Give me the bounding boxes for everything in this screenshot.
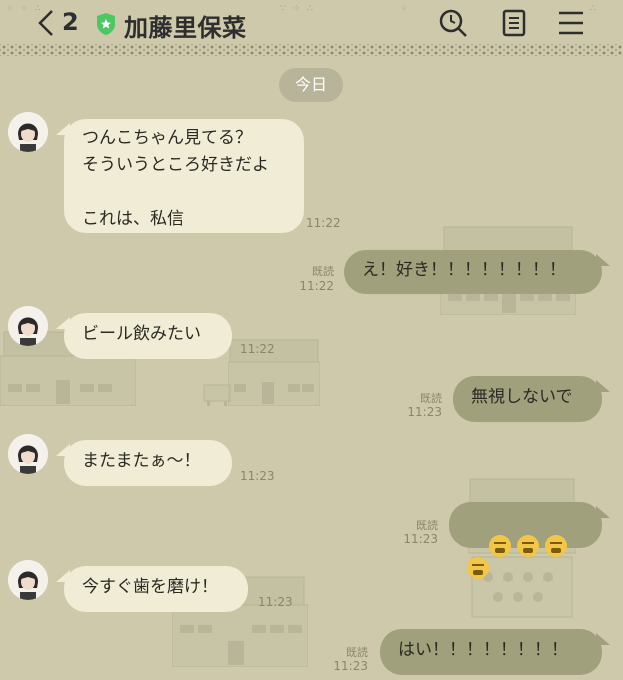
read-receipt: 既読	[420, 392, 442, 405]
message-time: 11:23	[258, 595, 293, 609]
message-bubble-outgoing[interactable]: 無視しないで	[453, 376, 610, 422]
avatar[interactable]	[8, 306, 48, 346]
message-bubble-incoming[interactable]: ビール飲みたい	[56, 313, 232, 359]
tired-face-emoji-icon	[488, 535, 511, 557]
message-time: 11:23	[403, 532, 438, 546]
message-time: 11:22	[299, 279, 334, 293]
signboard-background-icon	[203, 384, 231, 406]
avatar[interactable]	[8, 560, 48, 600]
profile-photo-icon	[8, 112, 48, 152]
notes-icon[interactable]	[499, 8, 529, 38]
message-bubble-incoming[interactable]: またまたぁ〜！	[56, 440, 232, 486]
avatar[interactable]	[8, 112, 48, 152]
message-time: 11:22	[240, 342, 275, 356]
profile-photo-icon	[8, 560, 48, 600]
chat-title: 加藤里保菜	[124, 14, 247, 42]
pixel-sparkle-decoration: ∵ ⁘ ∴	[280, 4, 315, 14]
unread-count[interactable]: 2	[62, 8, 79, 36]
official-shield-icon	[97, 13, 115, 35]
message-time: 11:23	[407, 405, 442, 419]
pixel-sparkle-decoration: ∴	[590, 4, 598, 14]
tired-face-emoji-icon	[467, 557, 489, 579]
message-bubble-outgoing[interactable]: はい！！！！！！！！	[380, 629, 610, 675]
message-time: 11:22	[306, 216, 341, 230]
read-receipt: 既読	[416, 519, 438, 532]
search-icon[interactable]	[438, 8, 468, 38]
message-time: 11:23	[240, 469, 275, 483]
tired-face-emoji-icon	[544, 535, 567, 557]
pixel-sparkle-decoration: ⁘	[400, 4, 410, 14]
read-receipt: 既読	[312, 265, 334, 278]
message-bubble-outgoing[interactable]: え！好き！！！！！！！！	[344, 250, 610, 294]
message-bubble-incoming[interactable]: つんこちゃん見てる？ そういうところ好きだよ これは、私信	[56, 119, 304, 233]
pixel-border-decoration	[0, 44, 623, 56]
message-bubble-outgoing[interactable]	[449, 502, 610, 579]
chat-screen: 2 加藤里保菜 ⁘ ⁘ ∴ ∵ ⁘ ∴ ⁘ ∴ 今日 つんこちゃん見てる？ そう…	[0, 0, 623, 680]
pixel-sparkle-decoration: ⁘ ⁘ ∴	[6, 4, 43, 14]
profile-photo-icon	[8, 306, 48, 346]
read-receipt: 既読	[346, 646, 368, 659]
date-divider: 今日	[279, 68, 343, 102]
chat-header: 2 加藤里保菜 ⁘ ⁘ ∴ ∵ ⁘ ∴ ⁘ ∴	[0, 0, 623, 46]
message-bubble-incoming[interactable]: 今すぐ歯を磨け！	[56, 566, 248, 612]
avatar[interactable]	[8, 434, 48, 474]
menu-icon[interactable]	[556, 8, 586, 38]
profile-photo-icon	[8, 434, 48, 474]
message-time: 11:23	[333, 659, 368, 673]
tired-face-emoji-icon	[516, 535, 539, 557]
